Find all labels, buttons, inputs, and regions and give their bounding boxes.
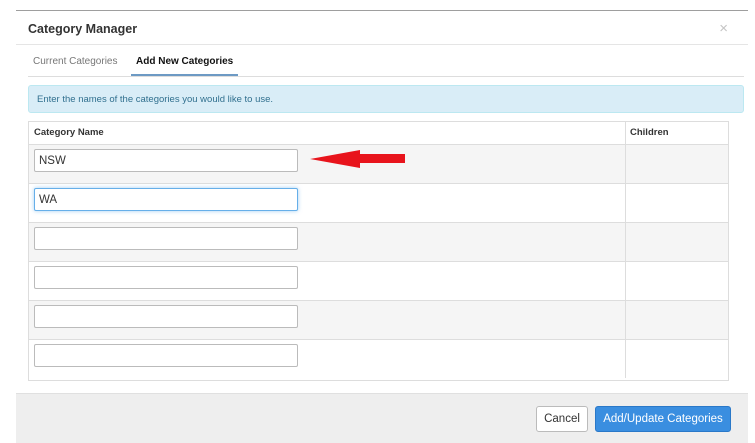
children-cell xyxy=(625,301,728,339)
table-row xyxy=(29,223,728,262)
category-name-input[interactable] xyxy=(34,266,298,289)
info-text: Enter the names of the categories you wo… xyxy=(37,94,274,105)
category-name-input[interactable] xyxy=(34,188,298,211)
children-cell xyxy=(625,262,728,300)
category-name-input[interactable] xyxy=(34,149,298,172)
close-icon[interactable]: × xyxy=(719,21,728,36)
cancel-button[interactable]: Cancel xyxy=(536,406,588,432)
category-name-input[interactable] xyxy=(34,344,298,367)
dialog-header: Category Manager × xyxy=(16,11,748,45)
column-header-children: Children xyxy=(625,122,728,145)
info-alert: Enter the names of the categories you wo… xyxy=(28,85,744,113)
add-update-categories-button[interactable]: Add/Update Categories xyxy=(595,406,731,432)
column-header-category-name: Category Name xyxy=(29,122,625,145)
children-cell xyxy=(625,340,728,378)
children-cell xyxy=(625,184,728,222)
red-arrow-annotation-icon xyxy=(310,150,405,168)
dialog-footer: Cancel Add/Update Categories xyxy=(16,393,748,443)
table-row xyxy=(29,301,728,340)
category-name-input[interactable] xyxy=(34,227,298,250)
tab-bar: Current Categories Add New Categories xyxy=(28,48,744,77)
category-manager-dialog: Category Manager × Current Categories Ad… xyxy=(16,10,748,443)
children-cell xyxy=(625,145,728,183)
category-name-input[interactable] xyxy=(34,305,298,328)
table-row xyxy=(29,184,728,223)
dialog-title: Category Manager xyxy=(28,22,138,36)
table-row xyxy=(29,262,728,301)
tab-add-new-categories[interactable]: Add New Categories xyxy=(131,48,239,76)
tab-current-categories[interactable]: Current Categories xyxy=(28,48,122,75)
table-row xyxy=(29,340,728,379)
children-cell xyxy=(625,223,728,261)
